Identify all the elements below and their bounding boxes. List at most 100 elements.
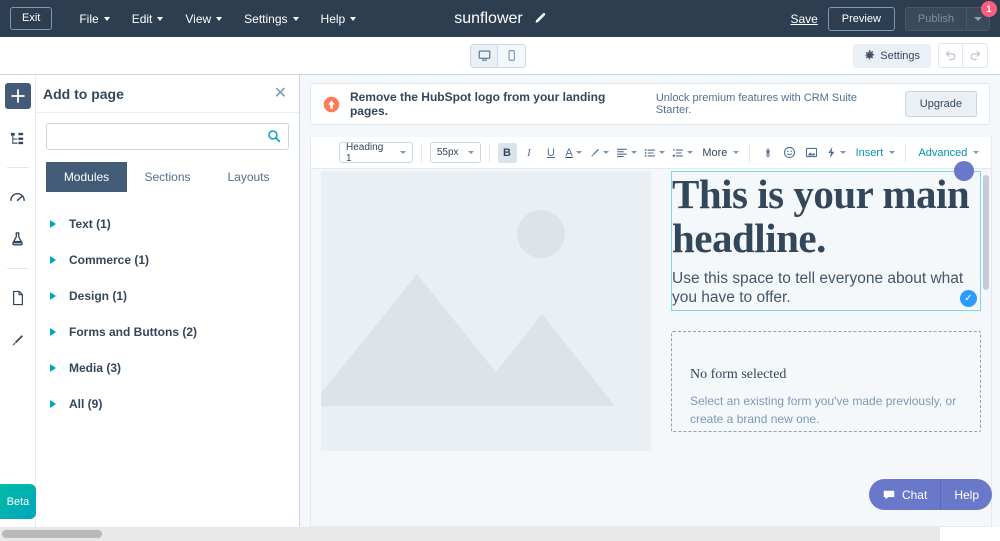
horizontal-scrollbar-thumb[interactable] xyxy=(2,530,102,538)
category-row-all[interactable]: All (9) xyxy=(36,386,299,422)
publish-button[interactable]: Publish xyxy=(905,7,967,30)
emoji-button[interactable] xyxy=(780,143,799,163)
tab-sections[interactable]: Sections xyxy=(127,162,208,192)
optimize-gauge-icon xyxy=(10,192,25,201)
insert-image-button[interactable] xyxy=(802,143,821,163)
horizontal-scrollbar-track[interactable] xyxy=(0,527,940,541)
search-input[interactable] xyxy=(46,123,289,150)
more-formatting-button[interactable]: More xyxy=(698,143,742,163)
category-row-forms-and-buttons[interactable]: Forms and Buttons (2) xyxy=(36,314,299,350)
beta-badge[interactable]: Beta xyxy=(0,484,36,519)
mobile-phone-icon xyxy=(508,50,515,61)
promo-subtext: Unlock premium features with CRM Suite S… xyxy=(655,92,857,116)
headline-text[interactable]: This is your main headline. xyxy=(672,172,978,261)
canvas-vertical-scrollbar[interactable] xyxy=(983,175,989,290)
chevron-right-icon xyxy=(50,256,56,264)
rail-button-page-document[interactable] xyxy=(5,285,31,311)
menu-item-file[interactable]: File xyxy=(68,6,120,32)
menu-item-view[interactable]: View xyxy=(174,6,233,32)
underline-button[interactable]: U xyxy=(542,143,561,163)
close-icon[interactable]: ✕ xyxy=(274,85,287,102)
rail-button-content-tree[interactable] xyxy=(5,125,31,151)
menu-item-label: Settings xyxy=(244,11,288,26)
page-canvas: Heading 1 55px B I U A More Insert Advan… xyxy=(310,137,992,527)
rail-button-theme[interactable] xyxy=(5,327,31,353)
category-row-text[interactable]: Text (1) xyxy=(36,206,299,242)
category-row-media[interactable]: Media (3) xyxy=(36,350,299,386)
chevron-down-icon xyxy=(733,151,740,154)
page-title: sunflower xyxy=(454,9,523,27)
personalize-button[interactable] xyxy=(824,143,848,163)
panel-header: Add to page ✕ xyxy=(36,75,299,113)
top-navigation-bar: Exit File Edit View Settings Help sunflo… xyxy=(0,0,1000,37)
help-button[interactable]: Help xyxy=(941,479,992,510)
image-module[interactable] xyxy=(321,171,651,451)
personalization-bolt-icon xyxy=(828,146,835,159)
chat-button[interactable]: Chat xyxy=(869,479,940,510)
font-size-select[interactable]: 55px xyxy=(429,142,481,163)
settings-button-label: Settings xyxy=(880,49,920,62)
exit-button[interactable]: Exit xyxy=(10,6,53,31)
tab-layouts[interactable]: Layouts xyxy=(208,162,289,192)
form-placeholder-title: No form selected xyxy=(690,367,787,383)
bold-button[interactable]: B xyxy=(497,142,517,163)
chevron-right-icon xyxy=(50,292,56,300)
form-module-placeholder[interactable]: No form selected Select an existing form… xyxy=(671,331,981,433)
device-preview-toggle xyxy=(470,43,526,68)
chat-bubble-icon xyxy=(883,490,895,499)
heading-style-select[interactable]: Heading 1 xyxy=(339,141,413,164)
menu-item-help[interactable]: Help xyxy=(310,6,368,32)
image-placeholder-mountains-icon xyxy=(321,210,615,406)
undo-button[interactable] xyxy=(939,44,963,67)
save-button[interactable]: Save xyxy=(790,12,817,26)
advanced-menu-button[interactable]: Advanced xyxy=(914,143,981,163)
orange-upgrade-arrow-icon xyxy=(323,96,340,112)
preview-button[interactable]: Preview xyxy=(827,6,895,31)
selection-handle-icon[interactable] xyxy=(954,161,974,181)
bulleted-list-button[interactable] xyxy=(642,143,667,163)
device-desktop-button[interactable] xyxy=(471,44,498,67)
insert-menu-button[interactable]: Insert xyxy=(851,143,897,163)
menu-item-settings[interactable]: Settings xyxy=(233,6,309,32)
category-row-commerce[interactable]: Commerce (1) xyxy=(36,242,299,278)
chat-help-widget: Chat Help xyxy=(868,479,992,510)
highlight-button[interactable] xyxy=(587,143,612,163)
font-size-value: 55px xyxy=(436,147,459,158)
editor-main-area: Remove the HubSpot logo from your landin… xyxy=(300,75,1000,527)
top-actions: Save Preview Publish 1 xyxy=(790,0,997,31)
link-icon xyxy=(765,147,770,158)
device-mobile-button[interactable] xyxy=(498,44,525,67)
rail-button-ab-test[interactable] xyxy=(5,226,31,252)
undo-arrow-icon xyxy=(945,50,956,61)
rail-button-optimize[interactable] xyxy=(5,184,31,210)
menu-item-edit[interactable]: Edit xyxy=(121,6,175,32)
menu-item-label: View xyxy=(185,11,212,26)
emoji-smiley-icon xyxy=(784,146,796,159)
insert-link-button[interactable] xyxy=(758,143,777,163)
italic-button[interactable]: I xyxy=(520,143,539,163)
tab-modules[interactable]: Modules xyxy=(46,162,127,192)
upgrade-button[interactable]: Upgrade xyxy=(904,91,977,117)
redo-button[interactable] xyxy=(963,44,987,67)
font-color-button[interactable]: A xyxy=(564,143,584,163)
rail-divider xyxy=(6,268,29,269)
content-tree-icon xyxy=(10,132,24,144)
category-label: Commerce (1) xyxy=(69,253,150,267)
more-label: More xyxy=(702,146,728,159)
category-row-design[interactable]: Design (1) xyxy=(36,278,299,314)
subcopy-text[interactable]: Use this space to tell everyone about wh… xyxy=(672,269,978,311)
advanced-label: Advanced xyxy=(918,146,968,159)
rail-button-add[interactable] xyxy=(4,83,31,109)
insert-label: Insert xyxy=(855,146,884,159)
ab-test-flask-icon xyxy=(12,232,23,246)
desktop-monitor-icon xyxy=(478,50,490,61)
redo-arrow-icon xyxy=(970,50,980,61)
headline-module-selected[interactable]: This is your main headline. Use this spa… xyxy=(671,161,981,312)
search-icon[interactable] xyxy=(267,129,281,143)
pencil-icon[interactable] xyxy=(533,12,546,25)
settings-button[interactable]: Settings xyxy=(853,43,931,68)
numbered-list-button[interactable] xyxy=(670,143,695,163)
text-align-button[interactable] xyxy=(614,143,639,163)
heading-style-value: Heading 1 xyxy=(346,141,384,164)
promo-headline: Remove the HubSpot logo from your landin… xyxy=(349,90,606,118)
